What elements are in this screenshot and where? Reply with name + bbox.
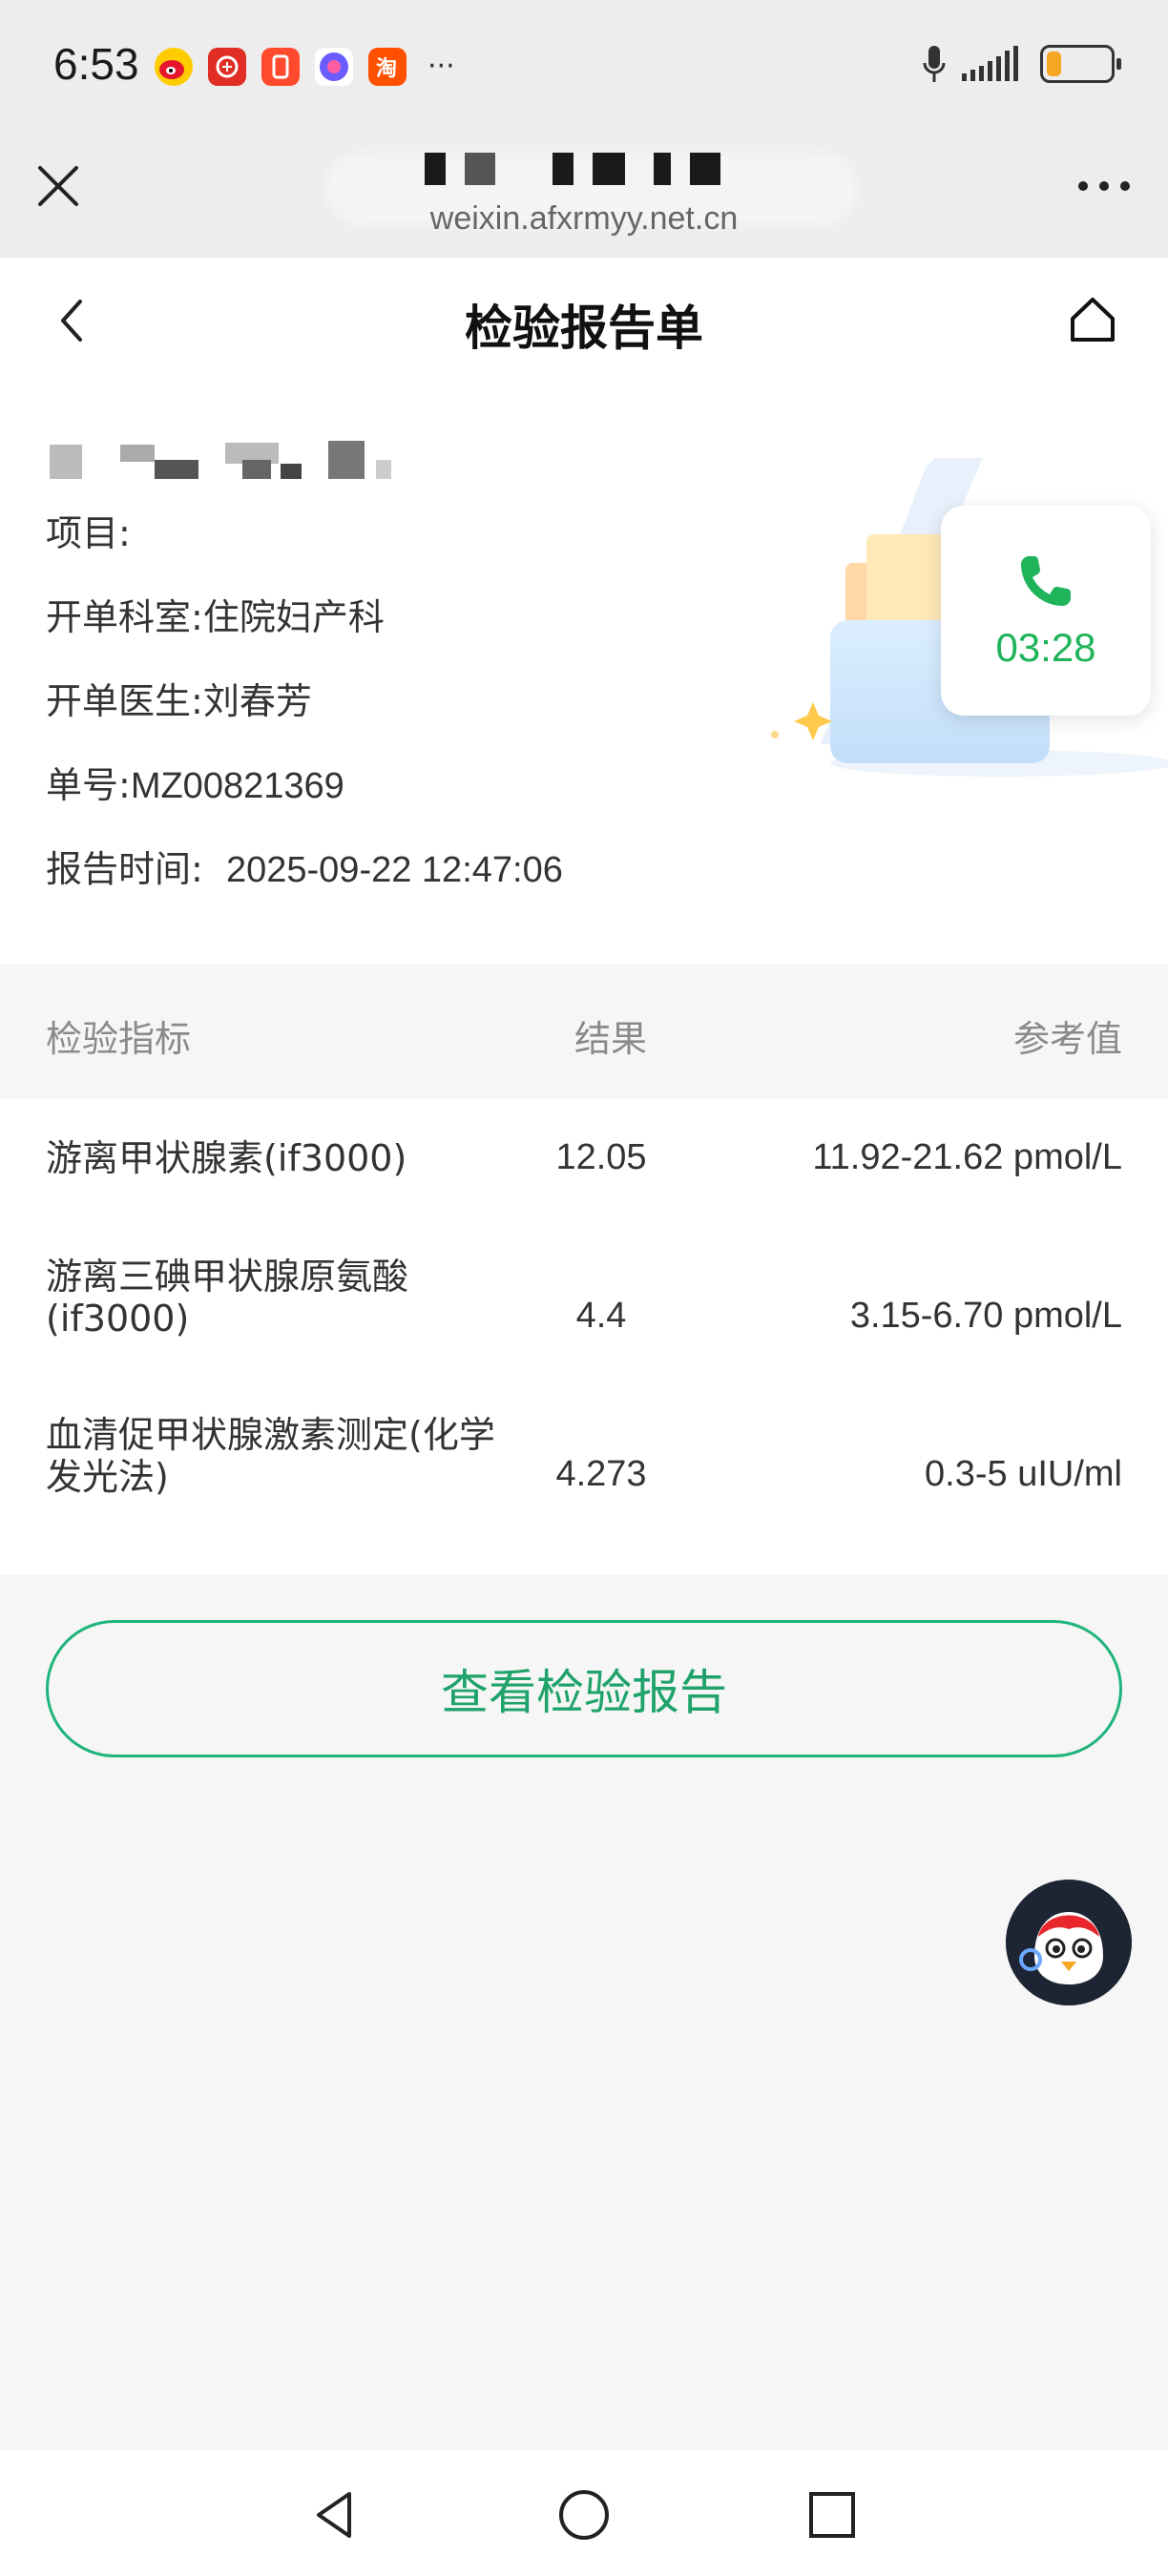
status-indicators <box>922 44 1121 84</box>
nav-back-icon[interactable] <box>305 2484 366 2545</box>
reference-range: 3.15-6.70 pmol/L <box>849 1296 1122 1336</box>
nav-home-icon[interactable] <box>553 2484 615 2545</box>
page-title: 检验报告单 <box>465 301 703 356</box>
svg-text:淘: 淘 <box>376 56 397 81</box>
results-table: 游离甲状腺素(if3000) 12.05 11.92-21.62 pmol/L … <box>0 1099 1168 1574</box>
header-indicator: 检验指标 <box>46 1018 192 1060</box>
nav-recents-icon[interactable] <box>802 2484 863 2545</box>
info-report-time: 报告时间: 2025-09-22 12:47:06 <box>46 840 563 892</box>
battery-icon <box>1040 45 1121 83</box>
project-label: 项目: <box>46 512 131 554</box>
indicator-name: 血清促甲状腺激素测定(化学发光法) <box>46 1414 495 1498</box>
app-blue-icon <box>315 48 353 86</box>
info-order-number: 单号:MZ00821369 <box>46 756 344 808</box>
notification-more: ··· <box>428 50 455 83</box>
page-header: 检验报告单 <box>0 258 1168 382</box>
taobao-icon: 淘 <box>368 48 407 86</box>
assistant-avatar-icon[interactable] <box>1006 1880 1132 2005</box>
pinduoduo-icon <box>208 48 246 86</box>
view-report-button[interactable]: 查看检验报告 <box>46 1620 1122 1757</box>
browser-title-pixelated <box>425 153 720 185</box>
order-number-value: MZ00821369 <box>130 766 344 806</box>
signal-icon <box>962 46 1018 81</box>
more-menu-icon[interactable] <box>1078 181 1130 191</box>
table-row: 游离甲状腺素(if3000) 12.05 11.92-21.62 pmol/L <box>0 1137 1168 1223</box>
indicator-name: 游离三碘甲状腺原氨酸(if3000) <box>46 1256 409 1340</box>
order-number-label: 单号: <box>46 764 131 806</box>
home-icon[interactable] <box>1065 292 1120 347</box>
info-doctor: 开单医生:刘春芳 <box>46 672 312 724</box>
call-widget[interactable]: 03:28 <box>941 506 1151 716</box>
doctor-label: 开单医生: <box>46 680 203 722</box>
battery-level <box>1047 52 1062 76</box>
table-header: 检验指标 结果 参考值 <box>0 964 1168 1099</box>
department-value: 住院妇产科 <box>202 596 385 638</box>
result-value: 4.273 <box>555 1454 647 1494</box>
header-reference: 参考值 <box>1012 1018 1122 1060</box>
result-value: 12.05 <box>555 1137 647 1177</box>
weibo-icon <box>155 48 193 86</box>
status-time: 6:53 <box>53 39 139 89</box>
report-time-label: 报告时间: <box>46 848 203 890</box>
microphone-icon <box>923 46 946 82</box>
table-row: 游离三碘甲状腺原氨酸(if3000) 4.4 3.15-6.70 pmol/L <box>0 1256 1168 1370</box>
call-duration: 03:28 <box>995 625 1096 670</box>
header-result: 结果 <box>574 1018 648 1060</box>
table-row: 血清促甲状腺激素测定(化学发光法) 4.273 0.3-5 uIU/ml <box>0 1414 1168 1528</box>
patient-name-redacted <box>50 431 412 481</box>
browser-url: weixin.afxrmyy.net.cn <box>429 200 739 237</box>
reference-range: 0.3-5 uIU/ml <box>925 1454 1122 1494</box>
doctor-value: 刘春芳 <box>202 680 312 722</box>
notification-icons: 淘 ··· <box>155 48 455 86</box>
indicator-name: 游离甲状腺素(if3000) <box>46 1137 407 1179</box>
phone-icon <box>1021 556 1071 606</box>
system-nav-bar <box>0 2450 1168 2576</box>
report-time-value: 2025-09-22 12:47:06 <box>225 850 563 890</box>
department-label: 开单科室: <box>46 596 203 638</box>
reference-range: 11.92-21.62 pmol/L <box>812 1137 1122 1177</box>
status-bar: 6:53 淘 ··· <box>0 0 1168 134</box>
browser-bar: weixin.afxrmyy.net.cn <box>0 134 1168 258</box>
app-red-icon <box>261 48 300 86</box>
info-project: 项目: <box>46 504 131 556</box>
result-value: 4.4 <box>575 1296 627 1336</box>
info-department: 开单科室:住院妇产科 <box>46 588 385 640</box>
